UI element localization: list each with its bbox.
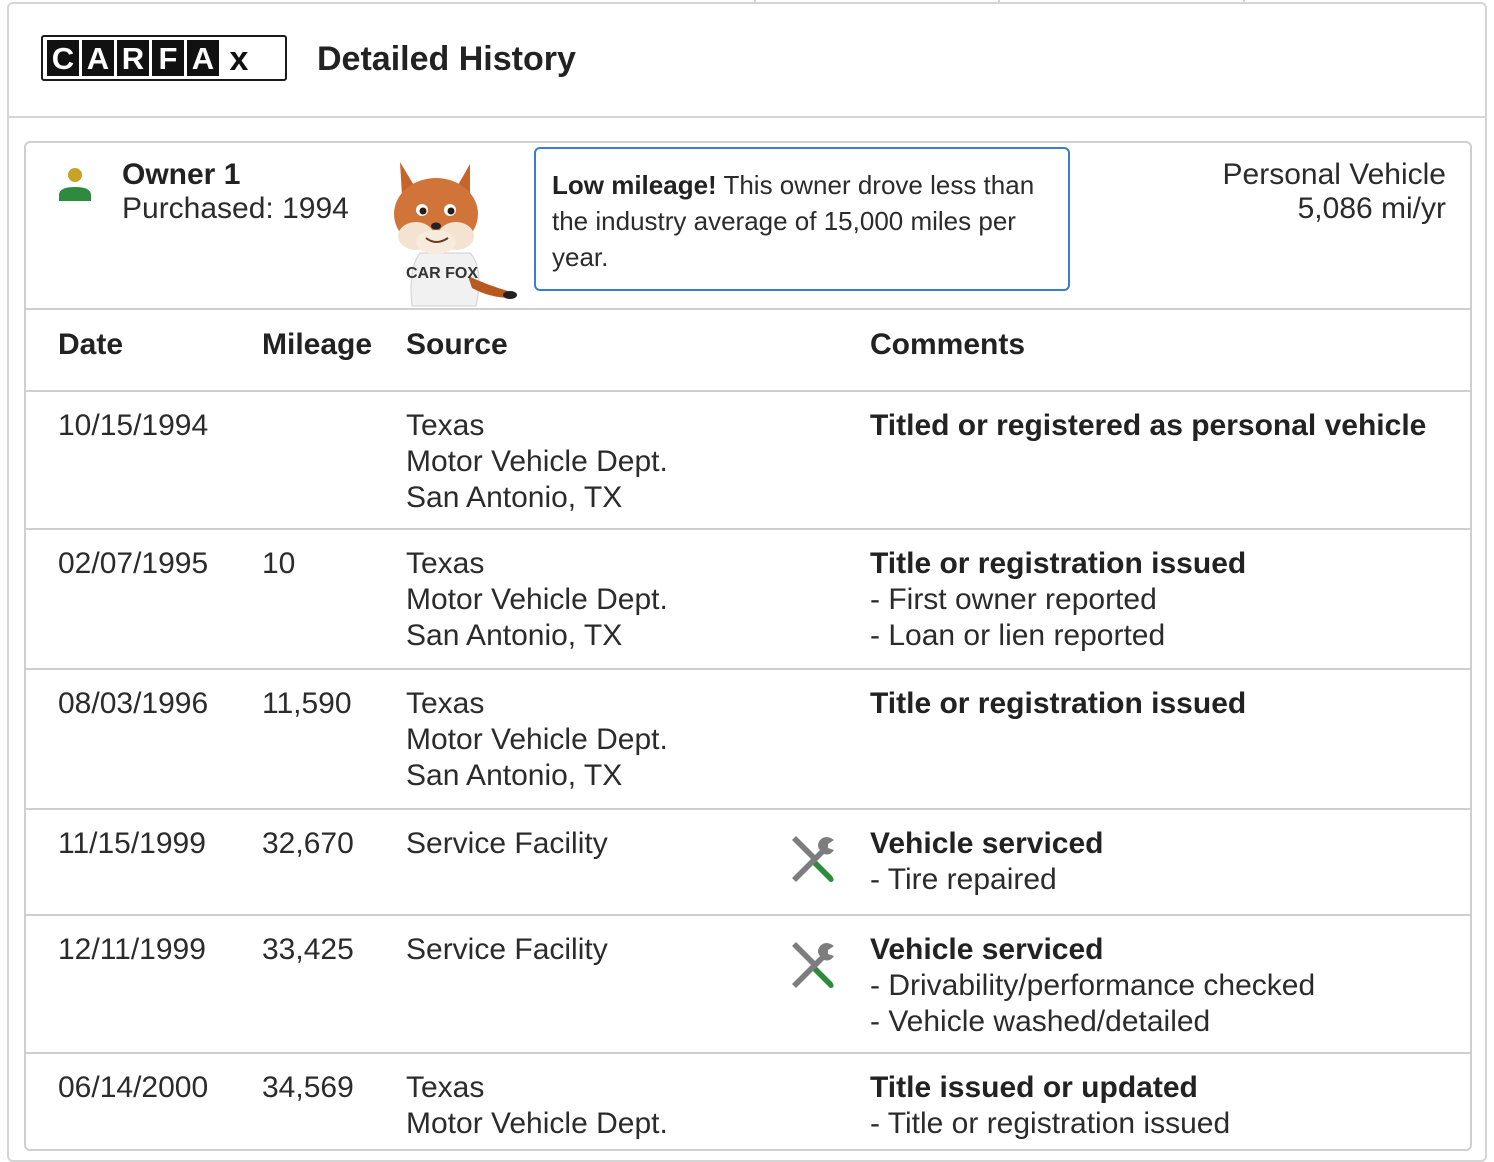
row-comment-title: Title or registration issued	[870, 547, 1247, 580]
row-comments: Title or registration issued - First own…	[870, 546, 1246, 654]
wrench-screwdriver-icon	[792, 942, 834, 988]
low-mileage-callout: Low mileage! This owner drove less than …	[534, 147, 1070, 291]
logo-letter: X	[229, 40, 249, 78]
row-mileage: 32,670	[262, 827, 354, 860]
column-header-mileage: Mileage	[262, 328, 373, 361]
row-comments: Vehicle serviced - Drivability/performan…	[870, 932, 1315, 1040]
row-comment-title: Vehicle serviced	[870, 933, 1104, 966]
page-title: Detailed History	[317, 40, 576, 78]
row-mileage: 34,569	[262, 1071, 354, 1104]
row-comment-title: Vehicle serviced	[870, 827, 1104, 860]
row-comment-item: - Tire repaired	[870, 863, 1057, 896]
column-header-source: Source	[406, 328, 508, 361]
row-comment-item: - First owner reported	[870, 583, 1157, 616]
row-divider	[26, 914, 1470, 916]
row-date: 02/07/1995	[58, 547, 209, 580]
row-comment-title: Title or registration issued	[870, 687, 1247, 720]
row-comment-item: - Title or registration issued	[870, 1107, 1231, 1140]
row-mileage: 33,425	[262, 933, 354, 966]
row-source: Texas Motor Vehicle Dept.	[406, 1071, 668, 1140]
row-comment-item: - Loan or lien reported	[870, 619, 1166, 652]
row-date: 06/14/2000	[58, 1071, 209, 1104]
owner-person-icon	[59, 168, 91, 201]
row-mileage: 10	[262, 547, 296, 580]
row-comment-item: - Vehicle washed/detailed	[870, 1005, 1211, 1038]
wrench-screwdriver-icon	[792, 836, 834, 882]
logo-letter: C	[47, 40, 79, 76]
carfax-logo: C A R F A X	[41, 35, 287, 81]
row-source: Service Facility	[406, 933, 608, 966]
row-source: Service Facility	[406, 827, 608, 860]
logo-letter: A	[82, 40, 114, 76]
mileage-rate: 5,086 mi/yr	[1297, 192, 1446, 225]
row-date: 11/15/1999	[58, 827, 206, 860]
row-divider	[26, 1052, 1470, 1054]
row-source: Texas Motor Vehicle Dept. San Antonio, TX	[406, 547, 668, 652]
logo-letter: F	[152, 40, 184, 76]
row-divider	[26, 668, 1470, 670]
column-header-comments: Comments	[870, 328, 1026, 361]
row-comment-title: Titled or registered as personal vehicle	[870, 409, 1427, 442]
row-comment-item: - Drivability/performance checked	[870, 969, 1316, 1002]
row-divider	[26, 390, 1470, 392]
row-comments: Title issued or updated - Title or regis…	[870, 1070, 1230, 1142]
logo-letter: R	[117, 40, 149, 76]
row-date: 12/11/1999	[58, 933, 206, 966]
logo-letter: A	[187, 40, 219, 76]
owner-title: Owner 1	[122, 158, 241, 191]
row-divider	[26, 528, 1470, 530]
row-comments: Vehicle serviced - Tire repaired	[870, 826, 1104, 898]
row-comment-title: Title issued or updated	[870, 1071, 1198, 1104]
owner-purchased: Purchased: 1994	[122, 192, 349, 225]
carfox-mascot-icon: CAR FOX	[394, 162, 517, 307]
vehicle-type: Personal Vehicle	[1222, 158, 1446, 191]
report-header: C A R F A X Detailed History	[9, 4, 1485, 118]
row-mileage: 11,590	[262, 687, 352, 720]
row-date: 08/03/1996	[58, 687, 209, 720]
row-divider	[26, 808, 1470, 810]
fox-shirt-text: CAR FOX	[406, 265, 478, 282]
vehicle-usage: Personal Vehicle 5,086 mi/yr	[1223, 158, 1446, 226]
row-source: Texas Motor Vehicle Dept. San Antonio, TX	[406, 687, 668, 792]
callout-strong: Low mileage!	[552, 170, 717, 200]
history-table: Date Mileage Source Comments 10/15/1994 …	[26, 308, 1470, 1150]
row-source: Texas Motor Vehicle Dept. San Antonio, TX	[406, 409, 668, 514]
row-date: 10/15/1994	[58, 409, 209, 442]
column-header-date: Date	[58, 328, 124, 361]
